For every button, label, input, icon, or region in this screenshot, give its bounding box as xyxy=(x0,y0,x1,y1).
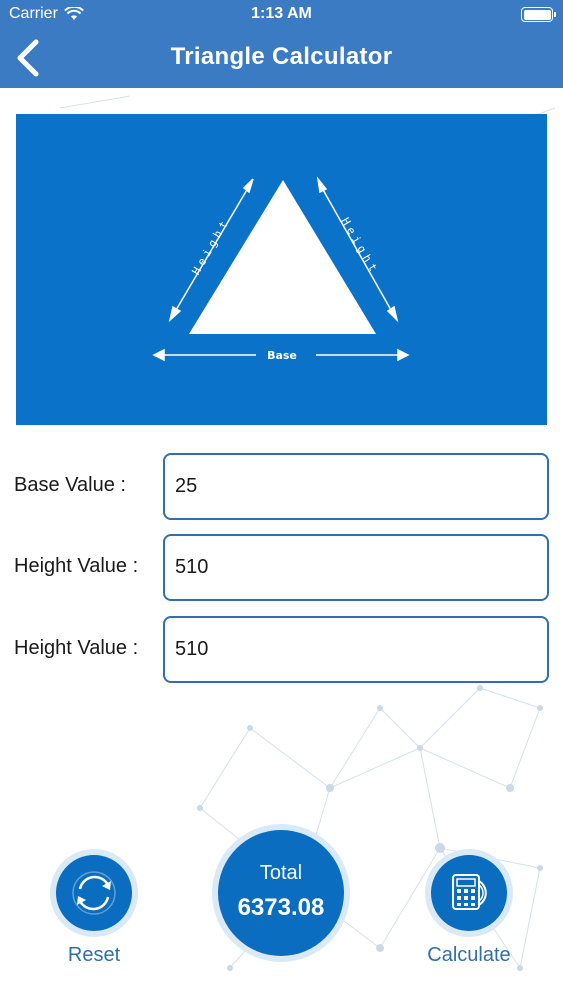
calculate-label[interactable]: Calculate xyxy=(417,944,521,967)
height-value-row-1: Height Value : xyxy=(0,534,563,602)
refresh-icon xyxy=(72,871,116,915)
navigation-bar: Triangle Calculator xyxy=(0,30,563,88)
reset-label[interactable]: Reset xyxy=(54,944,134,967)
right-side-label: Height xyxy=(338,215,381,277)
calculate-button[interactable] xyxy=(431,855,507,931)
total-label: Total xyxy=(259,862,303,884)
total-value: 6373.08 xyxy=(237,894,325,921)
height-value-label-1: Height Value : xyxy=(14,555,139,577)
base-value-label: Base Value : xyxy=(14,474,126,496)
base-value-row: Base Value : xyxy=(0,453,563,521)
height-value-row-2: Height Value : xyxy=(0,616,563,684)
total-display: Total 6373.08 xyxy=(218,830,344,956)
base-value-input[interactable] xyxy=(163,453,549,520)
height-value-input-2[interactable] xyxy=(163,616,549,683)
triangle-diagram: Base Height Height xyxy=(16,114,547,425)
left-side-label: Height xyxy=(189,215,232,277)
base-label: Base xyxy=(267,349,297,362)
triangle-shape xyxy=(189,180,376,334)
reset-button[interactable] xyxy=(56,855,132,931)
status-bar: Carrier 1:13 AM xyxy=(0,0,563,30)
clock: 1:13 AM xyxy=(251,5,312,22)
calculator-icon xyxy=(452,874,487,910)
height-value-input-1[interactable] xyxy=(163,534,549,601)
triangle-illustration: Base Height Height xyxy=(152,176,410,362)
height-value-label-2: Height Value : xyxy=(14,637,139,659)
page-title: Triangle Calculator xyxy=(170,43,393,70)
battery-icon xyxy=(521,7,556,22)
